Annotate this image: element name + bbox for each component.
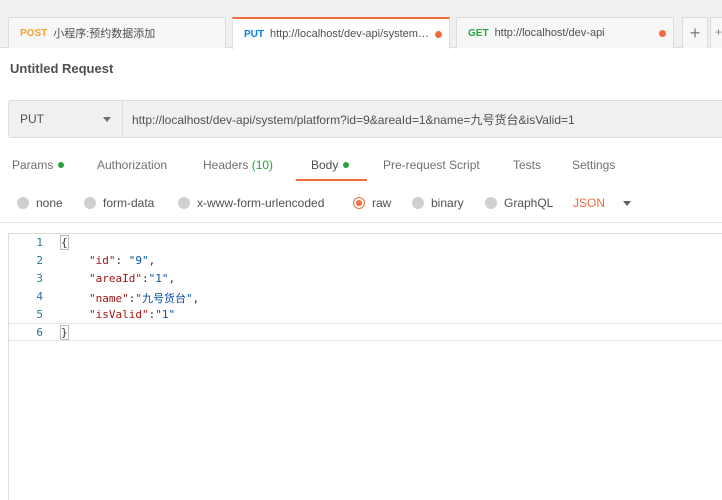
- radio-binary[interactable]: binary: [412, 193, 464, 213]
- http-method-value: PUT: [20, 112, 44, 126]
- tab-authorization-label: Authorization: [97, 158, 168, 172]
- line-number: 1: [36, 236, 43, 249]
- tab-label: http://localhost/dev-api/system…: [270, 28, 429, 40]
- json-field: "isValid":"1": [89, 308, 176, 321]
- tab-tests-label: Tests: [513, 158, 542, 172]
- editor-line: 5 "isValid":"1": [9, 306, 722, 324]
- tab-body[interactable]: Body: [296, 153, 367, 181]
- tab-put-request[interactable]: PUT http://localhost/dev-api/system…: [232, 17, 450, 49]
- plus-icon: +: [689, 22, 701, 43]
- tab-tests[interactable]: Tests: [513, 153, 541, 181]
- http-method-select[interactable]: PUT: [8, 100, 123, 138]
- tab-label: http://localhost/dev-api: [494, 27, 605, 39]
- plus-icon: +: [715, 25, 722, 39]
- tab-pre-request-script[interactable]: Pre-request Script: [383, 153, 480, 181]
- request-section-tabs: Params Authorization Headers (10) Body P…: [0, 153, 722, 181]
- radio-icon: [485, 197, 497, 209]
- tab-method-put: PUT: [244, 28, 264, 40]
- radio-urlencoded[interactable]: x-www-form-urlencoded: [178, 193, 324, 213]
- radio-binary-label: binary: [431, 196, 464, 210]
- radio-graphql-label: GraphQL: [504, 196, 554, 210]
- line-number: 3: [36, 272, 43, 285]
- tab-settings[interactable]: Settings: [572, 153, 615, 181]
- radio-selected-icon: [353, 197, 365, 209]
- more-tabs-button[interactable]: +: [710, 17, 722, 48]
- status-dot-icon: [58, 162, 65, 168]
- json-field: "areaId":"1",: [89, 272, 176, 285]
- radio-icon: [84, 197, 96, 209]
- request-tab-bar: POST 小程序:预约数据添加 PUT http://localhost/dev…: [0, 0, 722, 49]
- tab-headers-label: Headers: [203, 158, 249, 172]
- radio-none[interactable]: none: [17, 193, 63, 213]
- tab-pre-request-label: Pre-request Script: [383, 158, 480, 172]
- raw-format-value: JSON: [573, 196, 606, 210]
- unsaved-dot-icon: [435, 31, 442, 38]
- radio-raw[interactable]: raw: [353, 193, 391, 213]
- url-input[interactable]: http://localhost/dev-api/system/platform…: [123, 100, 722, 138]
- line-number: 6: [36, 326, 43, 339]
- tab-label: 小程序:预约数据添加: [53, 28, 156, 40]
- tab-get-request[interactable]: GET http://localhost/dev-api: [456, 17, 674, 48]
- tab-method-post: POST: [20, 27, 48, 39]
- raw-format-select[interactable]: JSON: [573, 193, 632, 213]
- line-number: 5: [36, 308, 43, 321]
- editor-line-current: 6 }: [9, 323, 722, 341]
- tab-headers[interactable]: Headers (10): [203, 153, 273, 181]
- chevron-down-icon: [103, 117, 111, 122]
- status-dot-icon: [343, 162, 350, 168]
- tab-method-get: GET: [468, 27, 489, 39]
- tab-body-label: Body: [311, 158, 339, 172]
- new-tab-button[interactable]: +: [682, 17, 708, 48]
- url-value: http://localhost/dev-api/system/platform…: [132, 112, 575, 127]
- body-code-editor[interactable]: 1 { 2 "id": "9", 3 "areaId":"1", 4 "name…: [8, 233, 722, 500]
- tab-authorization[interactable]: Authorization: [97, 153, 167, 181]
- radio-form-data-label: form-data: [103, 196, 155, 210]
- close-brace: }: [60, 325, 69, 340]
- line-number: 2: [36, 254, 43, 267]
- radio-icon: [17, 197, 29, 209]
- editor-line: 3 "areaId":"1",: [9, 270, 722, 288]
- radio-form-data[interactable]: form-data: [84, 193, 154, 213]
- body-type-options: none form-data x-www-form-urlencoded raw…: [0, 193, 722, 213]
- editor-line: 2 "id": "9",: [9, 252, 722, 270]
- editor-line: 4 "name":"九号货台",: [9, 288, 722, 306]
- radio-urlencoded-label: x-www-form-urlencoded: [197, 196, 325, 210]
- tab-params-label: Params: [12, 158, 54, 172]
- line-number: 4: [36, 290, 43, 303]
- divider: [0, 222, 722, 223]
- radio-icon: [178, 197, 190, 209]
- chevron-down-icon: [623, 200, 632, 206]
- tab-params[interactable]: Params: [12, 153, 65, 181]
- radio-raw-label: raw: [372, 196, 392, 210]
- request-title[interactable]: Untitled Request: [10, 61, 113, 76]
- radio-graphql[interactable]: GraphQL: [485, 193, 553, 213]
- headers-count-badge: (10): [251, 158, 274, 172]
- tab-post-request[interactable]: POST 小程序:预约数据添加: [8, 17, 226, 48]
- json-field: "id": "9",: [89, 254, 156, 267]
- radio-none-label: none: [36, 196, 63, 210]
- json-field: "name":"九号货台",: [89, 292, 200, 305]
- tab-settings-label: Settings: [572, 158, 616, 172]
- editor-line: 1 {: [9, 234, 722, 252]
- radio-icon: [412, 197, 424, 209]
- unsaved-dot-icon: [659, 30, 666, 37]
- open-brace: {: [60, 235, 69, 250]
